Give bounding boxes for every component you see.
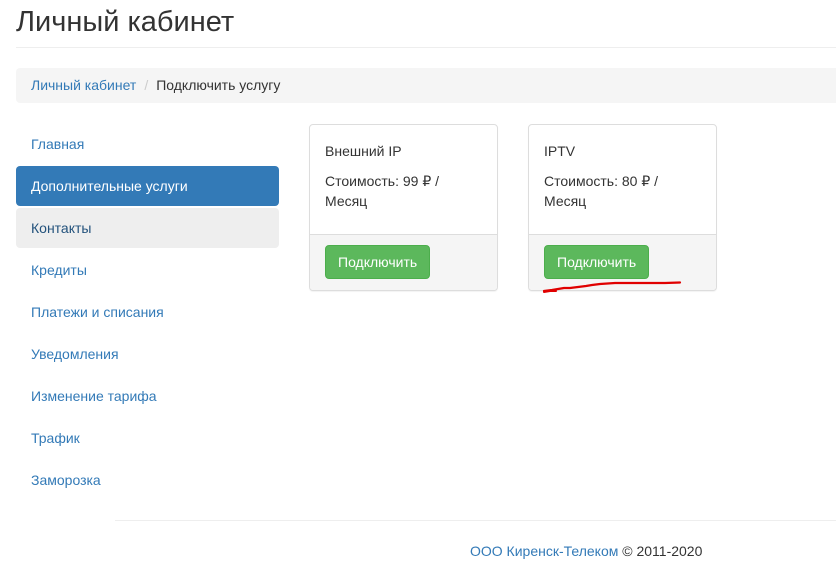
service-card-iptv: IPTV Стоимость: 80 ₽ / Месяц Подключить <box>528 124 717 291</box>
service-card-footer: Подключить <box>310 234 497 290</box>
red-underline-annotation <box>542 281 682 293</box>
site-footer: ООО Киренск-Телеком © 2011-2020 <box>470 541 702 561</box>
title-divider <box>16 47 836 48</box>
company-link[interactable]: ООО Киренск-Телеком <box>470 543 618 559</box>
sidebar-item-traffic[interactable]: Трафик <box>16 418 279 458</box>
breadcrumb: Личный кабинет / Подключить услугу <box>16 68 836 103</box>
sidebar-item-contacts[interactable]: Контакты <box>16 208 279 248</box>
connect-button[interactable]: Подключить <box>544 245 650 279</box>
service-card-body: Внешний IP Стоимость: 99 ₽ / Месяц <box>310 125 497 236</box>
connect-button[interactable]: Подключить <box>325 245 431 279</box>
copyright-text: © 2011-2020 <box>622 543 703 559</box>
breadcrumb-current: Подключить услугу <box>156 77 281 93</box>
service-card-body: IPTV Стоимость: 80 ₽ / Месяц <box>529 125 716 236</box>
sidebar-nav: Главная Дополнительные услуги Контакты К… <box>16 124 279 502</box>
page-title: Личный кабинет <box>16 6 235 38</box>
breadcrumb-separator: / <box>144 77 149 93</box>
service-price-period: Месяц <box>325 193 368 209</box>
breadcrumb-home-link[interactable]: Личный кабинет <box>31 77 136 93</box>
sidebar-item-payments[interactable]: Платежи и списания <box>16 292 279 332</box>
sidebar-item-home[interactable]: Главная <box>16 124 279 164</box>
service-price: Стоимость: 80 ₽ / <box>544 173 659 189</box>
sidebar-item-tariff-change[interactable]: Изменение тарифа <box>16 376 279 416</box>
sidebar-item-additional-services[interactable]: Дополнительные услуги <box>16 166 279 206</box>
service-name: IPTV <box>544 143 576 159</box>
service-price-period: Месяц <box>544 193 587 209</box>
footer-divider <box>115 520 836 521</box>
service-card-external-ip: Внешний IP Стоимость: 99 ₽ / Месяц Подкл… <box>309 124 498 291</box>
service-price: Стоимость: 99 ₽ / <box>325 173 440 189</box>
sidebar-item-credits[interactable]: Кредиты <box>16 250 279 290</box>
sidebar-item-notifications[interactable]: Уведомления <box>16 334 279 374</box>
service-name: Внешний IP <box>325 143 402 159</box>
sidebar-item-freeze[interactable]: Заморозка <box>16 460 279 500</box>
